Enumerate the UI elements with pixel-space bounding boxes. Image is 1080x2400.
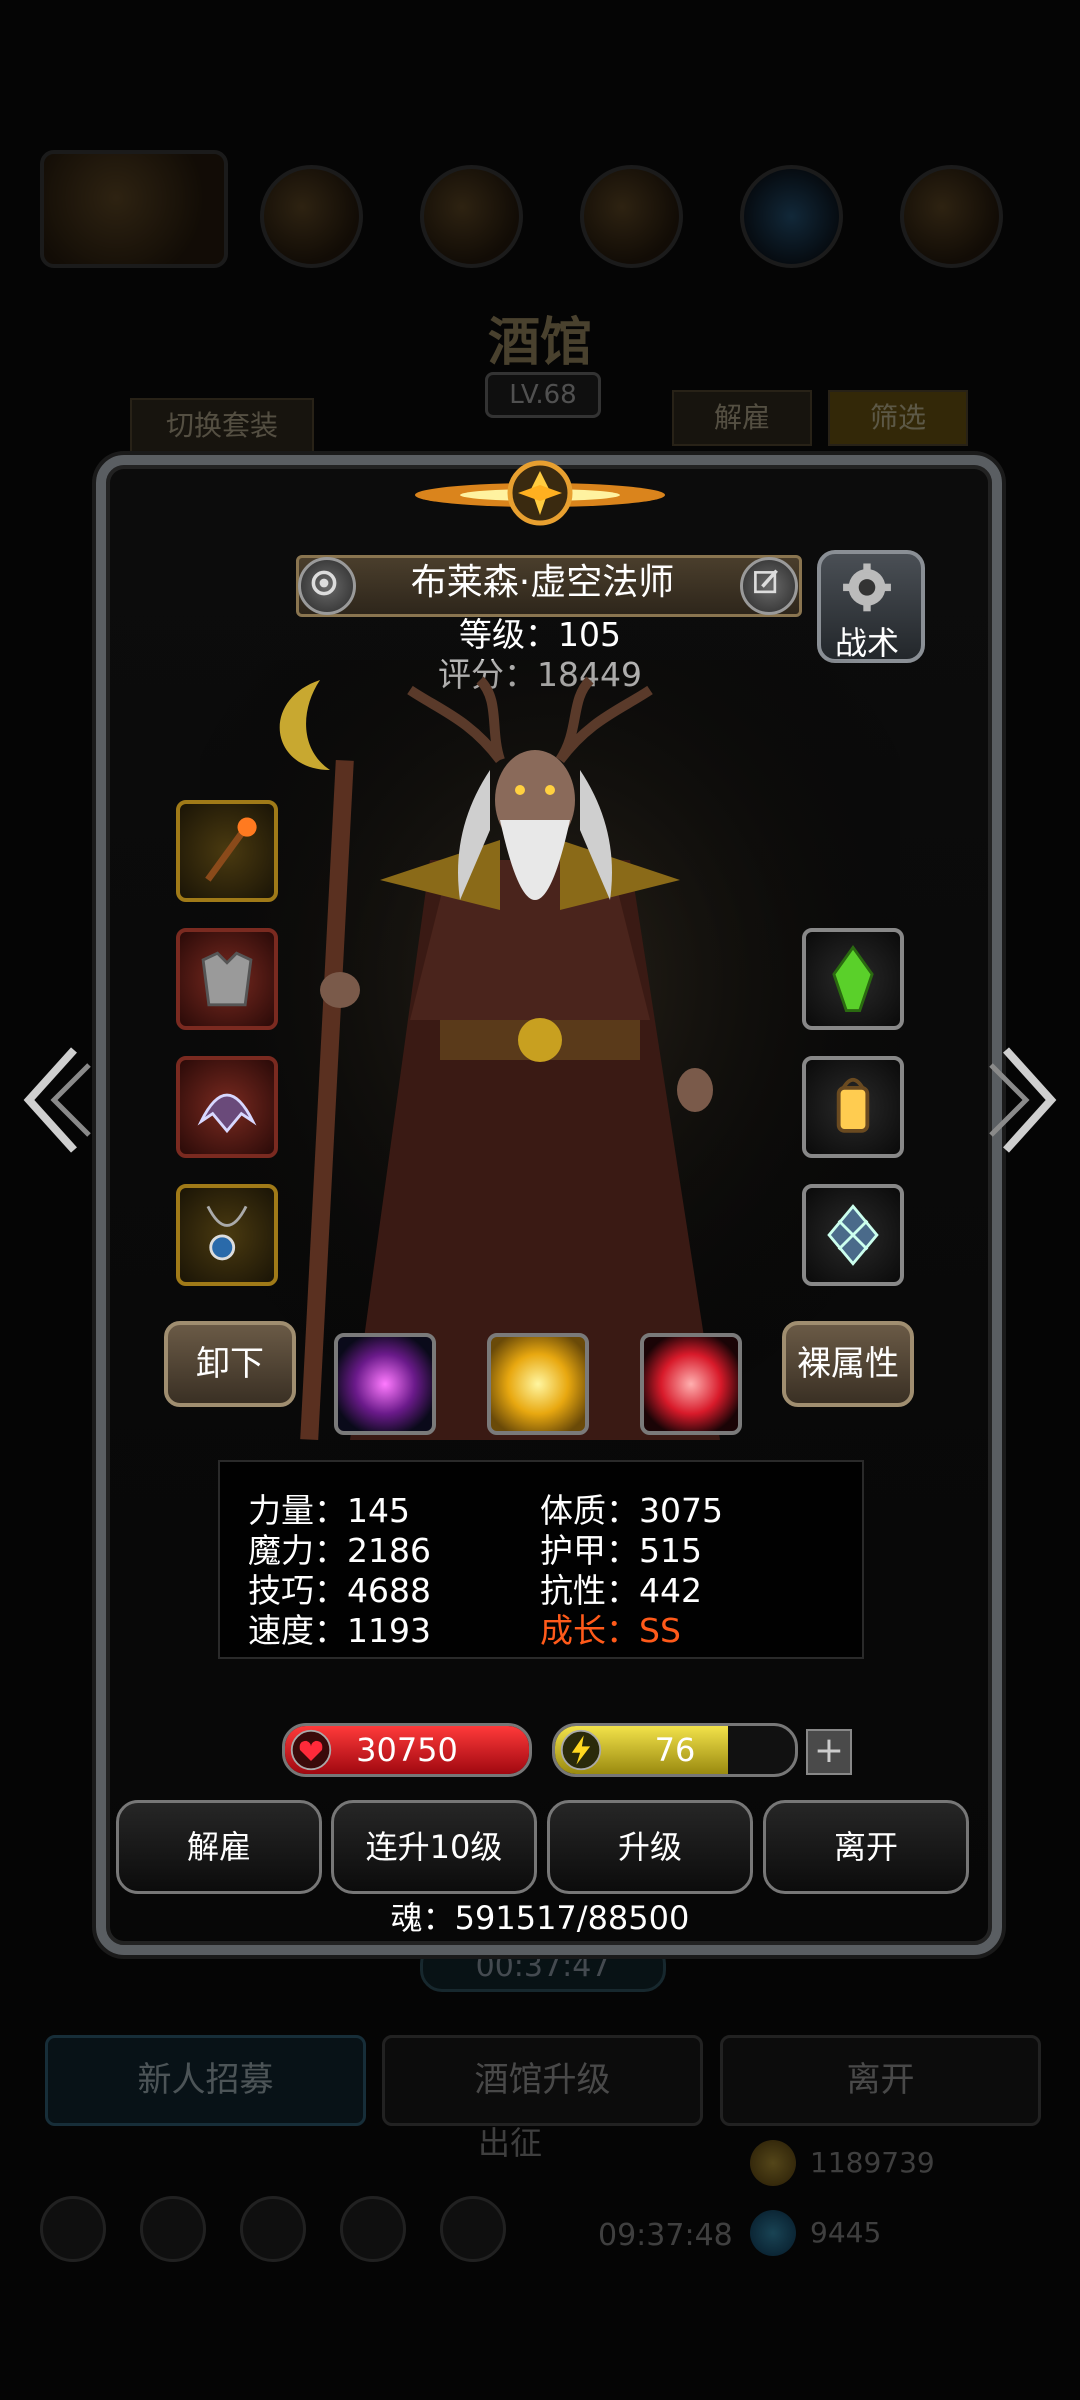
gem-icon bbox=[750, 2210, 796, 2256]
close-panel-button[interactable]: 离开 bbox=[763, 1800, 969, 1894]
soul-counter: 魂：591517/88500 bbox=[390, 1899, 690, 1937]
clock: 09:37:48 bbox=[598, 2218, 733, 2253]
tavern-upgrade-button: 酒馆升级 bbox=[382, 2035, 703, 2126]
green-crystal-icon bbox=[832, 945, 874, 1012]
menu-icon-4 bbox=[740, 165, 843, 268]
bottom-nav-icon-2 bbox=[140, 2196, 206, 2262]
menu-icon-2 bbox=[420, 165, 523, 268]
gold-amount: 1189739 bbox=[810, 2146, 935, 2179]
skill-orb-2[interactable] bbox=[487, 1333, 589, 1435]
armor-icon bbox=[201, 951, 253, 1007]
add-energy-button[interactable]: + bbox=[806, 1729, 852, 1775]
emblem-icon bbox=[827, 1204, 879, 1266]
edit-icon bbox=[754, 569, 778, 594]
crest-ornament-icon bbox=[415, 460, 665, 526]
staff-icon bbox=[205, 817, 257, 882]
gem-amount: 9445 bbox=[810, 2216, 882, 2249]
dismiss-tab-button: 解雇 bbox=[672, 390, 812, 446]
dismiss-hero-button[interactable]: 解雇 bbox=[116, 1800, 322, 1894]
hp-bar: 30750 bbox=[282, 1723, 532, 1777]
equip-slot-weapon[interactable] bbox=[176, 800, 278, 902]
base-attributes-button[interactable]: 裸属性 bbox=[782, 1321, 914, 1407]
gold-coin-icon bbox=[750, 2140, 796, 2186]
top-icon-bar bbox=[30, 145, 1050, 275]
tavern-title: 酒馆 bbox=[487, 312, 592, 373]
unequip-button[interactable]: 卸下 bbox=[164, 1321, 296, 1407]
rename-button[interactable] bbox=[740, 557, 798, 615]
switch-outfit-button: 切换套装 bbox=[130, 398, 314, 454]
recruit-button: 新人招募 bbox=[45, 2035, 366, 2126]
hero-name: 布莱森·虚空法师 bbox=[410, 562, 675, 603]
amulet-icon bbox=[206, 1205, 248, 1261]
level-up-button[interactable]: 升级 bbox=[547, 1800, 753, 1894]
hp-value: 30750 bbox=[356, 1731, 458, 1769]
skill-orb-3[interactable] bbox=[640, 1333, 742, 1435]
bottom-nav-icon-3 bbox=[240, 2196, 306, 2262]
energy-value: 76 bbox=[654, 1731, 696, 1769]
filter-button: 筛选 bbox=[828, 390, 968, 446]
level-up-10-button[interactable]: 连升10级 bbox=[331, 1800, 537, 1894]
equip-slot-accessory-1[interactable] bbox=[802, 928, 904, 1030]
next-hero-arrow-icon[interactable] bbox=[986, 1040, 1066, 1160]
menu-icon-1 bbox=[260, 165, 363, 268]
bottom-nav-icon-5 bbox=[440, 2196, 506, 2262]
menu-icon-5 bbox=[900, 165, 1003, 268]
helmet-icon bbox=[197, 1093, 257, 1134]
avatar bbox=[40, 150, 228, 268]
bottom-nav-icon-4 bbox=[340, 2196, 406, 2262]
lantern-icon bbox=[836, 1077, 870, 1133]
equip-slot-accessory-2[interactable] bbox=[802, 1056, 904, 1158]
leave-tavern-button: 离开 bbox=[720, 2035, 1041, 2126]
equip-slot-amulet[interactable] bbox=[176, 1184, 278, 1286]
tavern-level: LV.68 bbox=[485, 372, 601, 418]
attr-growth: 成长：SS bbox=[540, 1611, 681, 1650]
menu-icon-3 bbox=[580, 165, 683, 268]
deploy-label: 出征 bbox=[478, 2124, 543, 2162]
equip-slot-helmet[interactable] bbox=[176, 1056, 278, 1158]
attr-speed: 速度：1193 bbox=[248, 1611, 431, 1650]
bottom-nav-icon-1 bbox=[40, 2196, 106, 2262]
energy-bar: 76 bbox=[552, 1723, 798, 1777]
equip-slot-armor[interactable] bbox=[176, 928, 278, 1030]
equip-slot-accessory-3[interactable] bbox=[802, 1184, 904, 1286]
skill-orb-1[interactable] bbox=[334, 1333, 436, 1435]
previous-hero-arrow-icon[interactable] bbox=[14, 1040, 94, 1160]
